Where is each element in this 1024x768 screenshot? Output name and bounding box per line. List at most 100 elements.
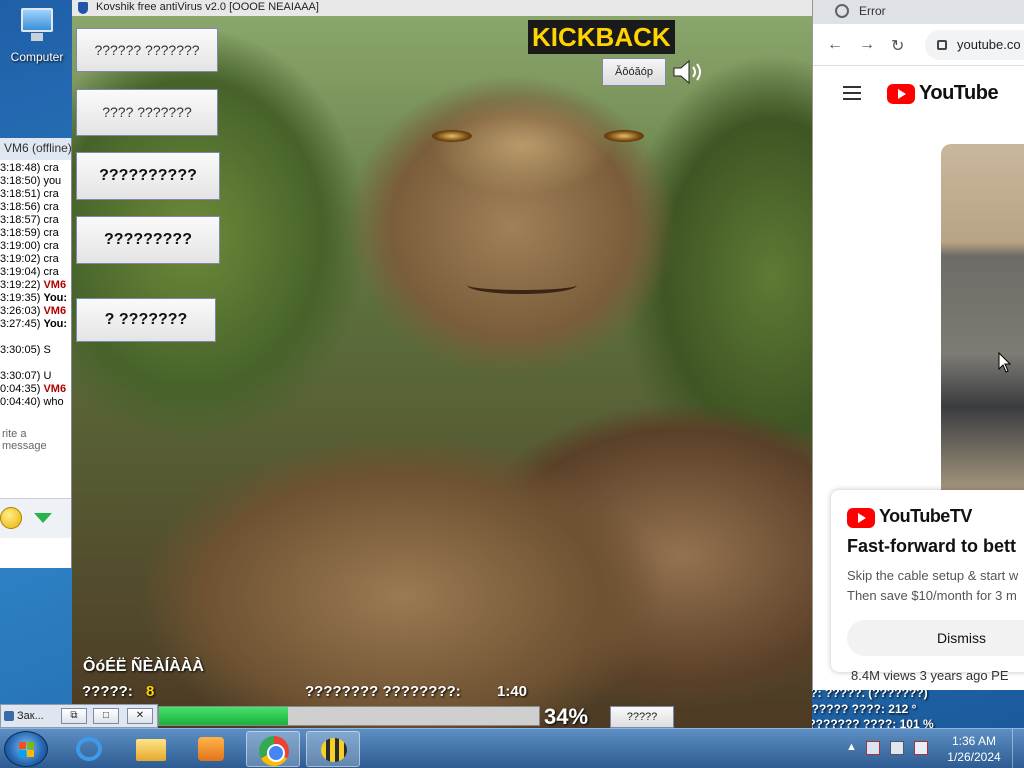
chat-time: 0:04:40) bbox=[0, 396, 41, 408]
chat-time: 3:18:50) bbox=[0, 175, 41, 187]
chat-time: 3:19:00) bbox=[0, 240, 41, 252]
chat-text: cra bbox=[43, 214, 59, 226]
volume-muted-icon[interactable] bbox=[914, 741, 928, 755]
taskbar-ie[interactable] bbox=[62, 731, 116, 767]
forward-icon[interactable]: → bbox=[859, 36, 875, 54]
video-thumbnail[interactable] bbox=[941, 144, 1024, 494]
chat-log-row: 3:19:04) cra bbox=[0, 266, 71, 279]
chat-text: S bbox=[43, 344, 51, 356]
chat-log-row: 3:18:59) cra bbox=[0, 227, 71, 240]
chat-time: 3:19:02) bbox=[0, 253, 41, 265]
back-icon[interactable]: ← bbox=[827, 36, 843, 54]
chrome-icon bbox=[259, 736, 289, 766]
taskbar-media-player[interactable] bbox=[184, 731, 238, 767]
show-hidden-icons[interactable]: ▲ bbox=[846, 741, 857, 753]
chat-log-row: 0:04:40) who bbox=[0, 396, 71, 409]
windows-logo-icon bbox=[19, 742, 35, 758]
taskbar-chrome[interactable] bbox=[246, 731, 300, 767]
taskbar: ▲ 1:36 AM 1/26/2024 bbox=[0, 728, 1024, 768]
dismiss-button[interactable]: Dismiss bbox=[847, 620, 1024, 656]
video-meta: 8.4M views 3 years ago PE bbox=[851, 668, 1009, 683]
system-clock[interactable]: 1:36 AM 1/26/2024 bbox=[942, 733, 1006, 765]
flag-alert-icon[interactable] bbox=[866, 741, 880, 755]
internet-explorer-icon bbox=[76, 737, 102, 761]
count-value: 8 bbox=[146, 683, 155, 700]
taskbar-explorer[interactable] bbox=[124, 731, 178, 767]
chat-time: 3:26:03) bbox=[0, 305, 41, 317]
chat-text: U bbox=[43, 370, 52, 382]
chat-time: 3:18:48) bbox=[0, 162, 41, 174]
smiley-icon[interactable] bbox=[0, 507, 22, 529]
chat-sender: VM6 bbox=[43, 305, 67, 317]
chat-log-row: 3:18:50) you bbox=[0, 175, 71, 188]
chat-text: cra bbox=[43, 227, 59, 239]
promo-line-2: Then save $10/month for 3 m bbox=[847, 588, 1017, 603]
minimized-window-label: Зак... bbox=[17, 710, 44, 722]
chat-log-row: 3:18:56) cra bbox=[0, 201, 71, 214]
address-bar[interactable]: youtube.co bbox=[925, 30, 1024, 60]
progress-fill bbox=[159, 707, 289, 725]
chat-log-row bbox=[0, 357, 71, 370]
reload-icon[interactable]: ↻ bbox=[891, 36, 904, 56]
browser-tab[interactable]: Error bbox=[813, 0, 1024, 24]
av-status-label: ÔóÉË ÑÈÀÍÀÀÀ bbox=[83, 658, 204, 675]
browser-navbar: ← → ↻ youtube.co bbox=[813, 24, 1024, 66]
clock-time: 1:36 AM bbox=[951, 734, 997, 748]
timer-label: ???????? ????????: bbox=[305, 683, 461, 700]
chat-text: you bbox=[43, 175, 62, 187]
maximize-button[interactable]: □ bbox=[93, 708, 119, 724]
computer-desktop-icon[interactable]: Computer bbox=[4, 6, 70, 64]
speaker-icon[interactable] bbox=[672, 58, 706, 86]
chat-time: 3:27:45) bbox=[0, 318, 41, 330]
chat-sender: VM6 bbox=[43, 383, 67, 395]
promo-subtext: Skip the cable setup & start w Then save… bbox=[847, 566, 1018, 606]
chat-text: cra bbox=[43, 253, 59, 265]
promo-line-1: Skip the cable setup & start w bbox=[847, 568, 1019, 583]
count-label: ?????: bbox=[82, 683, 133, 700]
show-desktop-button[interactable] bbox=[1012, 729, 1024, 768]
lock-icon bbox=[937, 40, 947, 50]
minimized-window-bar[interactable]: Зак... ⧉ □ ✕ bbox=[0, 704, 158, 728]
av-menu-button-1[interactable]: ?????? ??????? bbox=[76, 28, 218, 72]
chat-log-row: 3:19:02) cra bbox=[0, 253, 71, 266]
restore-button[interactable]: ⧉ bbox=[61, 708, 87, 724]
chat-log-row: 3:30:05) S bbox=[0, 344, 71, 357]
youtube-tv-wordmark: YouTubeTV bbox=[879, 506, 972, 526]
hamburger-menu-icon[interactable] bbox=[843, 86, 861, 100]
network-icon[interactable] bbox=[890, 741, 904, 755]
chat-time: 3:19:35) bbox=[0, 292, 41, 304]
chat-message-input[interactable]: rite a message bbox=[0, 426, 71, 454]
chat-sender: You: bbox=[43, 318, 68, 330]
taskbar-antivirus[interactable] bbox=[306, 731, 360, 767]
chat-log-row: 3:18:48) cra bbox=[0, 162, 71, 175]
av-menu-button-2[interactable]: ???? ??????? bbox=[76, 89, 218, 136]
progress-percent: 34% bbox=[544, 704, 589, 729]
youtube-tv-promo: YouTubeTV Fast-forward to bett Skip the … bbox=[831, 490, 1024, 672]
av-small-button[interactable]: Ăôóăóp bbox=[602, 58, 666, 86]
bee-app-icon bbox=[321, 738, 347, 762]
av-menu-button-5[interactable]: ? ??????? bbox=[76, 298, 216, 342]
av-bottom-button[interactable]: ????? bbox=[610, 706, 674, 728]
computer-label: Computer bbox=[10, 50, 64, 64]
chat-time: 3:18:51) bbox=[0, 188, 41, 200]
av-menu-button-3[interactable]: ?????????? bbox=[76, 152, 220, 200]
mouth bbox=[467, 276, 577, 294]
chat-sender: VM6 bbox=[43, 279, 67, 291]
promo-headline: Fast-forward to bett bbox=[847, 536, 1016, 556]
av-menu-button-4[interactable]: ????????? bbox=[76, 216, 220, 264]
chat-text: cra bbox=[43, 201, 59, 213]
folder-icon bbox=[136, 739, 166, 761]
scan-progress-bar bbox=[158, 706, 540, 726]
chat-log-row: 3:18:51) cra bbox=[0, 188, 71, 201]
media-player-icon bbox=[198, 737, 224, 761]
right-eye bbox=[604, 130, 644, 142]
down-arrow-icon[interactable] bbox=[34, 513, 52, 523]
chat-window: VM6 (offline) 3:18:48) cra 3:18:50) you 3:… bbox=[0, 138, 72, 568]
start-button[interactable] bbox=[4, 731, 48, 767]
chat-time: 3:18:57) bbox=[0, 214, 41, 226]
address-text: youtube.co bbox=[957, 37, 1021, 52]
chat-log-row: 3:27:45) You: bbox=[0, 318, 71, 331]
computer-icon bbox=[15, 6, 59, 46]
close-button[interactable]: ✕ bbox=[127, 708, 153, 724]
antivirus-title: Kovshik free antiVirus v2.0 [OOOE NEAIAA… bbox=[96, 1, 319, 13]
